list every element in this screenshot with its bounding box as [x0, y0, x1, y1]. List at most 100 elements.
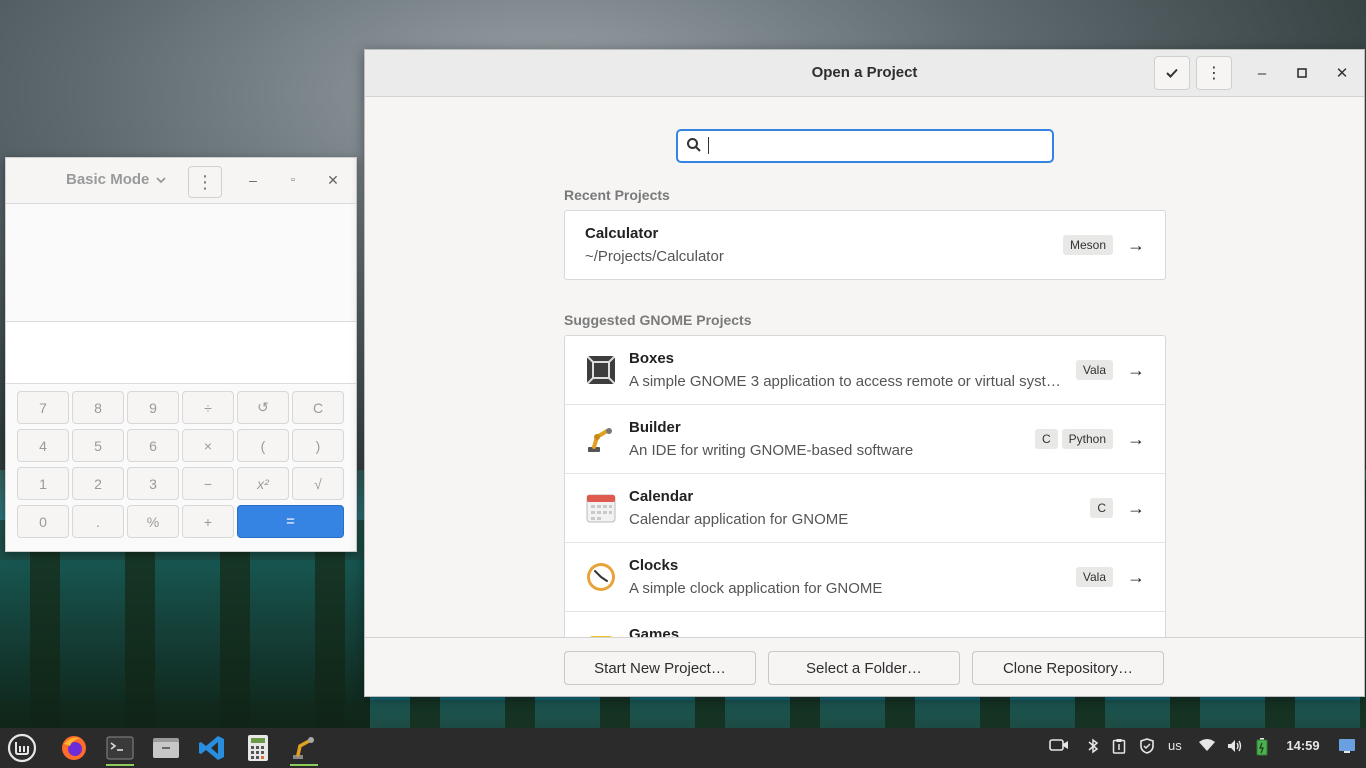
- language-tag: C: [1034, 429, 1058, 449]
- calculator-launcher[interactable]: [240, 732, 276, 764]
- minimize-button[interactable]: –: [243, 170, 263, 190]
- camera-icon: [1049, 739, 1068, 751]
- mint-menu-button[interactable]: [4, 732, 40, 764]
- firefox-icon: [62, 736, 86, 760]
- key-close-paren[interactable]: ): [292, 429, 344, 462]
- text-caret: [708, 137, 709, 154]
- project-description: An IDE for writing GNOME-based software: [629, 442, 914, 459]
- kebab-menu-icon: ⋮: [196, 171, 214, 192]
- key-add[interactable]: +: [182, 505, 234, 538]
- show-desktop-button[interactable]: [1338, 738, 1356, 754]
- project-description: A simple GNOME 3 application to access r…: [629, 373, 1061, 390]
- project-name: Calendar: [629, 488, 694, 505]
- calculator-menu-button[interactable]: ⋮: [188, 166, 222, 198]
- language-tag: Python: [1061, 429, 1113, 449]
- key-undo[interactable]: ↺: [237, 391, 289, 424]
- language-tag: C: [1090, 498, 1113, 518]
- suggested-project-row-calendar[interactable]: Calendar Calendar application for GNOME …: [565, 474, 1165, 543]
- battery-icon: [1256, 738, 1268, 756]
- suggested-project-row-clocks[interactable]: Clocks A simple clock application for GN…: [565, 543, 1165, 612]
- network-status[interactable]: [1198, 738, 1216, 752]
- files-launcher[interactable]: [148, 732, 184, 764]
- calculator-icon: [248, 735, 268, 761]
- close-button[interactable]: ✕: [1331, 62, 1353, 84]
- arrow-right-icon: →: [1127, 567, 1145, 587]
- key-4[interactable]: 4: [17, 429, 69, 462]
- confirm-button[interactable]: [1154, 56, 1190, 90]
- wifi-icon: [1199, 739, 1215, 751]
- builder-icon: [293, 737, 314, 759]
- start-new-project-button[interactable]: Start New Project…: [564, 651, 756, 685]
- maximize-button[interactable]: [1291, 62, 1313, 84]
- shield-icon: [1140, 738, 1154, 754]
- close-button[interactable]: ✕: [323, 170, 343, 190]
- search-icon: [687, 138, 701, 152]
- select-folder-button[interactable]: Select a Folder…: [768, 651, 960, 685]
- vscode-launcher[interactable]: [194, 732, 230, 764]
- chevron-down-icon: [156, 176, 166, 183]
- menu-button[interactable]: ⋮: [1196, 56, 1232, 90]
- recent-projects-heading: Recent Projects: [564, 187, 670, 203]
- keyboard-layout-indicator[interactable]: us: [1168, 738, 1182, 753]
- key-multiply[interactable]: ×: [182, 429, 234, 462]
- key-decimal[interactable]: .: [72, 505, 124, 538]
- clone-repository-button[interactable]: Clone Repository…: [972, 651, 1164, 685]
- mint-logo-icon: [7, 733, 37, 763]
- close-icon: ✕: [327, 171, 339, 188]
- key-5[interactable]: 5: [72, 429, 124, 462]
- key-clear[interactable]: C: [292, 391, 344, 424]
- update-manager-status[interactable]: [1139, 738, 1155, 754]
- key-9[interactable]: 9: [127, 391, 179, 424]
- project-search-input[interactable]: [676, 129, 1054, 163]
- battery-status[interactable]: [1256, 738, 1268, 756]
- bluetooth-icon: [1088, 738, 1099, 754]
- maximize-button[interactable]: ▫: [283, 170, 303, 190]
- key-2[interactable]: 2: [72, 467, 124, 500]
- maximize-icon: [1297, 68, 1307, 78]
- minimize-button[interactable]: –: [1251, 62, 1273, 84]
- builder-footer: Start New Project… Select a Folder… Clon…: [365, 637, 1364, 696]
- key-subtract[interactable]: −: [182, 467, 234, 500]
- firefox-launcher[interactable]: [56, 732, 92, 764]
- key-7[interactable]: 7: [17, 391, 69, 424]
- checkmark-icon: [1166, 68, 1178, 78]
- key-sqrt[interactable]: √: [292, 467, 344, 500]
- minimize-icon: –: [1257, 64, 1267, 82]
- project-description: A simple clock application for GNOME: [629, 580, 883, 597]
- key-6[interactable]: 6: [127, 429, 179, 462]
- mode-selector[interactable]: Basic Mode: [66, 171, 167, 188]
- folder-icon: [153, 738, 179, 758]
- key-divide[interactable]: ÷: [182, 391, 234, 424]
- terminal-launcher[interactable]: [102, 732, 138, 766]
- close-icon: ✕: [1335, 65, 1349, 82]
- key-1[interactable]: 1: [17, 467, 69, 500]
- minimize-icon: –: [249, 172, 257, 188]
- project-path: ~/Projects/Calculator: [585, 248, 724, 265]
- key-8[interactable]: 8: [72, 391, 124, 424]
- key-equals[interactable]: =: [237, 505, 344, 538]
- boxes-icon: [587, 356, 615, 384]
- key-open-paren[interactable]: (: [237, 429, 289, 462]
- clock[interactable]: 14:59: [1282, 738, 1324, 753]
- calculator-keypad: 7 8 9 ÷ ↺ C 4 5 6 × ( ) 1 2 3 − x² √ 0 .…: [17, 391, 345, 538]
- recent-project-row[interactable]: Calculator ~/Projects/Calculator Meson →: [565, 211, 1165, 279]
- language-tag: Vala: [1075, 567, 1113, 587]
- bluetooth-status[interactable]: [1087, 738, 1099, 754]
- builder-launcher[interactable]: [286, 732, 322, 766]
- key-3[interactable]: 3: [127, 467, 179, 500]
- key-percent[interactable]: %: [127, 505, 179, 538]
- arrow-right-icon: →: [1127, 498, 1145, 518]
- calculator-header: Basic Mode ⋮ – ▫ ✕: [6, 158, 356, 204]
- clipboard-status[interactable]: [1112, 738, 1126, 754]
- volume-status[interactable]: [1226, 738, 1244, 754]
- key-square[interactable]: x²: [237, 467, 289, 500]
- builder-icon: [588, 428, 612, 452]
- camera-status-icon[interactable]: [1049, 738, 1069, 752]
- suggested-project-row-boxes[interactable]: Boxes A simple GNOME 3 application to ac…: [565, 336, 1165, 405]
- recent-projects-list: Calculator ~/Projects/Calculator Meson →: [564, 210, 1166, 280]
- kebab-menu-icon: ⋮: [1206, 65, 1222, 82]
- key-0[interactable]: 0: [17, 505, 69, 538]
- language-tag: Vala: [1075, 360, 1113, 380]
- suggested-project-row-builder[interactable]: Builder An IDE for writing GNOME-based s…: [565, 405, 1165, 474]
- calculator-input-display[interactable]: [6, 322, 356, 384]
